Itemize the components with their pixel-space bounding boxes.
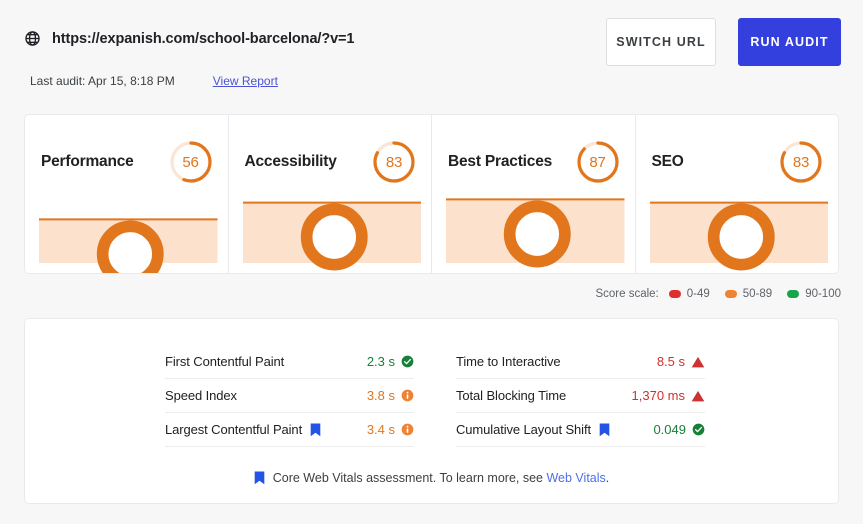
footnote-suffix: . [605, 471, 610, 485]
score-sparkline [242, 189, 421, 271]
metric-value-text: 3.4 s [366, 422, 395, 437]
fail-warning-triangle-icon [691, 356, 705, 367]
legend-item-pass: 90-100 [787, 288, 841, 300]
metric-value-text: 8.5 s [656, 354, 685, 369]
metrics-column-right: Time to Interactive 8.5 s Total Blocking… [456, 345, 705, 447]
score-title: Best Practices [448, 153, 553, 170]
metric-label: Time to Interactive [456, 354, 561, 369]
metric-value: 3.8 s [367, 388, 414, 403]
metric-value: 1,370 ms [632, 388, 705, 403]
run-audit-button[interactable]: RUN AUDIT [738, 18, 841, 66]
score-title: Performance [41, 153, 134, 170]
metric-value: 0.049 [653, 422, 705, 437]
legend-dot-green [787, 290, 800, 298]
score-header: Best Practices 87 [448, 139, 621, 185]
metric-value-text: 3.8 s [366, 388, 395, 403]
metric-row[interactable]: Time to Interactive 8.5 s [456, 345, 705, 379]
score-title: SEO [651, 153, 684, 170]
header-actions: SWITCH URL RUN AUDIT [606, 18, 841, 66]
metric-row[interactable]: Cumulative Layout Shift 0.049 [456, 413, 705, 447]
metrics-card: First Contentful Paint 2.3 s Speed Index [24, 318, 839, 504]
metric-value-text: 0.049 [653, 422, 686, 437]
web-vitals-link[interactable]: Web Vitals [546, 471, 605, 485]
globe-icon [24, 30, 41, 47]
legend-dot-orange [724, 290, 737, 298]
metric-name: Speed Index [165, 388, 237, 403]
metric-row[interactable]: Speed Index 3.8 s [165, 379, 414, 413]
metric-name: Cumulative Layout Shift [456, 422, 610, 437]
score-gauge: 83 [778, 139, 824, 185]
average-info-icon [401, 423, 414, 436]
core-web-vitals-footnote: Core Web Vitals assessment. To learn mor… [25, 471, 838, 485]
core-web-vital-bookmark-icon [599, 422, 610, 436]
score-cards: Performance 56 Accessibility 83 Best Pra… [24, 114, 839, 274]
metric-name: Largest Contentful Paint [165, 422, 321, 437]
metrics-column-left: First Contentful Paint 2.3 s Speed Index [165, 345, 414, 447]
url-display[interactable]: https://expanish.com/school-barcelona/?v… [24, 30, 354, 47]
score-gauge: 83 [371, 139, 417, 185]
metric-row[interactable]: Largest Contentful Paint 3.4 s [165, 413, 414, 447]
score-value: 56 [182, 153, 199, 171]
score-header: SEO 83 [652, 139, 825, 185]
score-card-best-practices[interactable]: Best Practices 87 [432, 115, 636, 273]
score-header: Performance 56 [41, 139, 214, 185]
score-card-accessibility[interactable]: Accessibility 83 [229, 115, 432, 273]
metric-label: Speed Index [165, 388, 237, 403]
score-sparkline [446, 189, 625, 269]
legend-range: 0-49 [686, 288, 710, 300]
metric-name: Time to Interactive [456, 354, 561, 369]
score-value: 83 [792, 153, 810, 171]
average-info-icon [401, 389, 414, 402]
score-title: Accessibility [244, 153, 337, 170]
metric-name: First Contentful Paint [165, 354, 284, 369]
sparkline-endpoint [707, 203, 775, 271]
metric-value: 8.5 s [657, 354, 705, 369]
legend-dot-red [668, 290, 681, 298]
metric-label: Largest Contentful Paint [165, 422, 303, 437]
view-report-link[interactable]: View Report [213, 74, 278, 88]
score-card-performance[interactable]: Performance 56 [25, 115, 229, 273]
sparkline-endpoint [96, 220, 164, 273]
metric-label: Total Blocking Time [456, 388, 567, 403]
score-header: Accessibility 83 [245, 139, 418, 185]
score-card-seo[interactable]: SEO 83 [636, 115, 839, 273]
metric-row[interactable]: First Contentful Paint 2.3 s [165, 345, 414, 379]
score-value: 87 [589, 153, 606, 171]
last-audit-row: Last audit: Apr 15, 8:18 PM View Report [30, 74, 278, 88]
pass-check-icon [692, 423, 705, 436]
metrics-grid: First Contentful Paint 2.3 s Speed Index [165, 345, 705, 447]
legend-range: 90-100 [805, 288, 841, 300]
sparkline-endpoint [300, 203, 368, 271]
metric-value: 3.4 s [367, 422, 414, 437]
metric-value-text: 2.3 s [366, 354, 395, 369]
legend-item-fail: 0-49 [668, 288, 710, 300]
lighthouse-audit-panel: https://expanish.com/school-barcelona/?v… [0, 0, 863, 524]
core-web-vital-bookmark-icon [310, 422, 321, 436]
score-sparkline [39, 189, 218, 273]
metric-row[interactable]: Total Blocking Time 1,370 ms [456, 379, 705, 413]
sparkline-endpoint [503, 200, 571, 268]
fail-warning-triangle-icon [691, 390, 705, 401]
metric-label: Cumulative Layout Shift [456, 422, 591, 437]
score-scale-legend: Score scale: 0-49 50-89 90-100 [595, 288, 841, 300]
metric-name: Total Blocking Time [456, 388, 566, 403]
legend-label: Score scale: [595, 288, 659, 300]
footnote-text: Core Web Vitals assessment. To learn mor… [273, 471, 610, 485]
legend-item-average: 50-89 [724, 288, 773, 300]
score-sparkline [649, 189, 828, 271]
legend-range: 50-89 [742, 288, 773, 300]
metric-value-text: 1,370 ms [631, 388, 685, 403]
metric-value: 2.3 s [367, 354, 414, 369]
header: https://expanish.com/school-barcelona/?v… [0, 0, 863, 100]
url-text: https://expanish.com/school-barcelona/?v… [52, 30, 355, 47]
switch-url-button[interactable]: SWITCH URL [606, 18, 716, 66]
core-web-vital-bookmark-icon [254, 471, 265, 485]
pass-check-icon [401, 355, 414, 368]
footnote-prefix: Core Web Vitals assessment. To learn mor… [272, 471, 547, 485]
score-gauge: 87 [575, 139, 621, 185]
last-audit-text: Last audit: Apr 15, 8:18 PM [30, 74, 175, 88]
score-value: 83 [385, 153, 403, 171]
score-gauge: 56 [168, 139, 214, 185]
metric-label: First Contentful Paint [165, 354, 285, 369]
